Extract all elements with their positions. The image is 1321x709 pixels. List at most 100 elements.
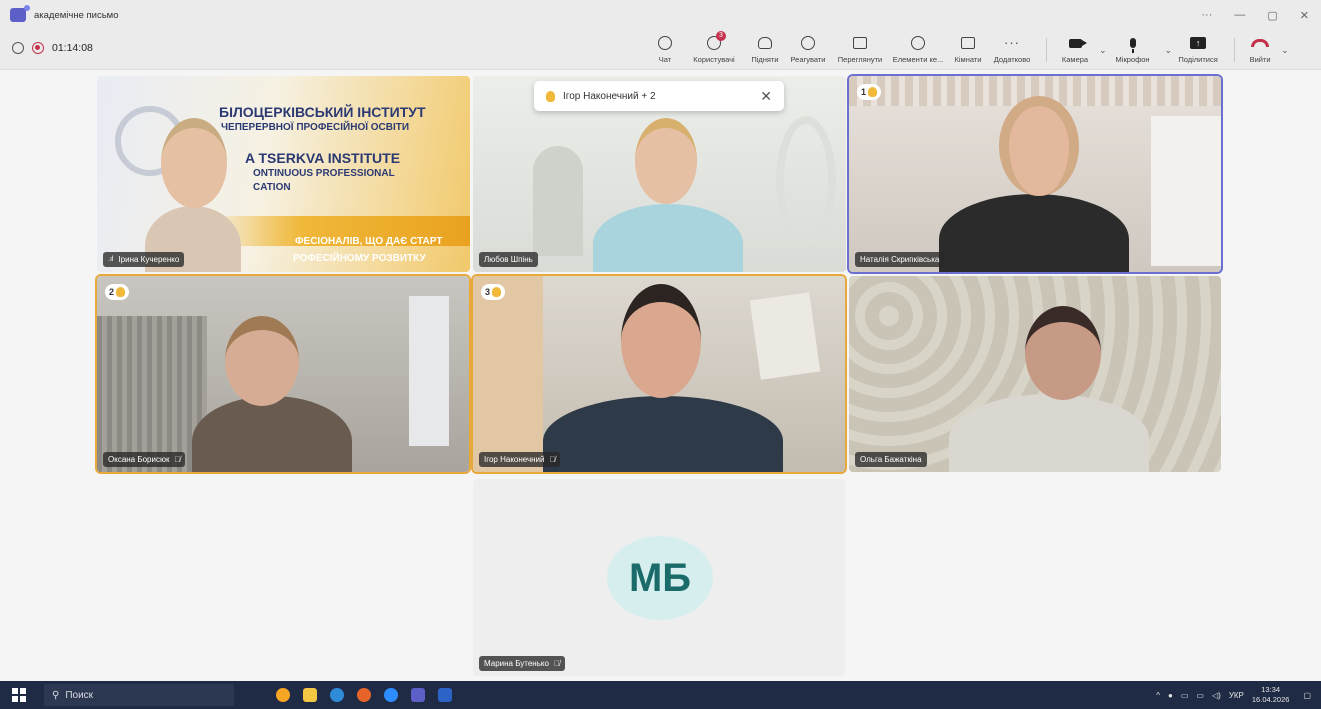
participant-name-tag: .ıl Ірина Кучеренко [103, 252, 185, 267]
participant-name-tag: Ігор Наконечний 🎙̸ [479, 452, 561, 467]
window-title: академічне письмо [34, 9, 119, 21]
raise-hand-label: Підняти [751, 55, 779, 64]
leave-options-chevron-icon[interactable]: ⌄ [1281, 45, 1289, 70]
window-controls: ··· — ▢ ✕ [1201, 0, 1309, 30]
display-icon[interactable]: ▭ [1196, 691, 1204, 700]
search-placeholder: Поиск [65, 689, 94, 701]
raised-hand-icon [546, 90, 555, 102]
raised-hands-notification[interactable]: Ігор Наконечний + 2 ✕ [534, 81, 784, 111]
more-label: Додатково [993, 55, 1031, 64]
rooms-icon [961, 37, 975, 49]
more-options-icon[interactable]: ··· [1201, 9, 1212, 21]
slide-subtitle-en-2: CATION [253, 182, 291, 193]
clock-time: 13:34 [1261, 685, 1281, 694]
minimize-icon[interactable]: — [1234, 9, 1245, 21]
camera-icon [1068, 38, 1087, 48]
video-tile[interactable]: 3 Ігор Наконечний 🎙̸ [473, 276, 845, 472]
video-tile[interactable]: Ольга Бажаткіна [849, 276, 1221, 472]
taskbar-search[interactable]: ⚲ Поиск [44, 684, 234, 706]
teams-icon[interactable] [411, 688, 425, 702]
video-tile[interactable]: 1 Наталія Скрипківська [849, 76, 1221, 272]
raised-hand-icon [868, 87, 878, 97]
raised-hand-icon [492, 287, 502, 297]
slide-slogan-1: ФЕСІОНАЛІВ, ЩО ДАЄ СТАРТ [295, 236, 443, 247]
grid-icon [853, 37, 867, 49]
people-button[interactable]: 3 Користувачі [682, 30, 746, 70]
notifications-icon[interactable]: ▢ [1303, 691, 1311, 700]
react-button[interactable]: Реагувати [784, 30, 832, 70]
toolbar-divider [1046, 38, 1047, 62]
microphone-tray-icon[interactable]: ● [1168, 691, 1173, 700]
participant-name: Оксана Борисюк [108, 455, 170, 464]
more-icon: ··· [1004, 35, 1020, 50]
recording-status: 01:14:08 [12, 42, 93, 54]
close-icon[interactable]: ✕ [760, 88, 772, 105]
participant-name-tag: Марина Бутенько 🎙̸ [479, 656, 565, 671]
share-button[interactable]: ↑ Поділитися [1172, 30, 1224, 70]
raise-hand-button[interactable]: Підняти [746, 30, 784, 70]
zoom-icon[interactable] [384, 688, 398, 702]
restore-icon[interactable]: ▢ [1267, 9, 1277, 22]
react-label: Реагувати [790, 55, 826, 64]
mic-muted-icon: 🎙̸ [174, 455, 181, 464]
people-badge: 3 [716, 31, 726, 41]
people-label: Користувачі [693, 55, 735, 64]
video-tile[interactable]: БІЛОЦЕРКІВСЬКИЙ ІНСТИТУТ ЧЕПЕРЕРВНОЇ ПРО… [97, 76, 470, 272]
participant-name-tag: Ольга Бажаткіна [855, 452, 927, 467]
hang-up-icon [1251, 39, 1270, 47]
taskbar-clock[interactable]: 13:34 16.04.2026 [1252, 685, 1290, 705]
share-label: Поділитися [1178, 55, 1218, 64]
volume-icon[interactable]: ◁) [1212, 691, 1221, 700]
video-tile[interactable]: 2 Оксана Борисюк 🎙̸ [97, 276, 469, 472]
camera-options-chevron-icon[interactable]: ⌄ [1099, 45, 1107, 70]
view-button[interactable]: Переглянути [832, 30, 888, 70]
word-icon[interactable] [438, 688, 452, 702]
hand-icon [758, 37, 772, 49]
clock-date: 16.04.2026 [1251, 695, 1290, 704]
chevron-up-icon[interactable]: ^ [1156, 691, 1160, 700]
raised-hand-badge: 2 [105, 284, 130, 300]
edge-icon[interactable] [330, 688, 344, 702]
search-icon: ⚲ [52, 689, 60, 701]
microphone-icon [1129, 38, 1136, 53]
camera-label: Камера [1061, 55, 1089, 64]
camera-button[interactable]: Камера [1057, 30, 1093, 70]
raised-hand-icon [116, 287, 126, 297]
network-icon[interactable]: ▭ [1181, 691, 1189, 700]
rooms-label: Кімнати [954, 55, 982, 64]
firefox-icon[interactable] [357, 688, 371, 702]
recording-icon [32, 42, 44, 54]
chat-button[interactable]: Чат [648, 30, 682, 70]
more-button[interactable]: ··· Додатково [988, 30, 1036, 70]
microphone-options-chevron-icon[interactable]: ⌄ [1165, 45, 1173, 70]
slide-subtitle-ua: ЧЕПЕРЕРВНОЇ ПРОФЕСІЙНОЇ ОСВІТИ [221, 122, 410, 133]
participant-name-tag: Любов Шпінь [479, 252, 538, 267]
view-label: Переглянути [837, 55, 883, 64]
meeting-toolbar: 01:14:08 Чат 3 Користувачі Підняти Реагу… [0, 30, 1321, 70]
meeting-elements-button[interactable]: Елементи ке... [888, 30, 948, 70]
apps-icon [911, 36, 925, 50]
mic-muted-icon: 🎙̸ [553, 659, 560, 668]
leave-button[interactable]: Вийти [1245, 30, 1275, 70]
slide-slogan-2: РОФЕСІЙНОМУ РОЗВИТКУ [293, 253, 426, 264]
participant-name: Марина Бутенько [484, 659, 549, 668]
teams-logo-icon [10, 5, 30, 22]
rooms-button[interactable]: Кімнати [948, 30, 988, 70]
microphone-button[interactable]: Мікрофон [1107, 30, 1159, 70]
mic-muted-icon: 🎙̸ [549, 455, 556, 464]
chat-icon [658, 36, 672, 50]
signal-icon: .ıl [108, 256, 114, 263]
close-icon[interactable]: ✕ [1300, 9, 1309, 22]
chrome-icon[interactable] [276, 688, 290, 702]
windows-start-icon[interactable] [12, 688, 26, 702]
participant-name: Ірина Кучеренко [118, 255, 180, 264]
raised-hand-badge: 1 [857, 84, 882, 100]
slide-title-ua: БІЛОЦЕРКІВСЬКИЙ ІНСТИТУТ [219, 104, 426, 120]
participant-name: Наталія Скрипківська [860, 255, 940, 264]
recording-timer: 01:14:08 [52, 42, 93, 54]
language-indicator[interactable]: УКР [1229, 691, 1244, 700]
file-explorer-icon[interactable] [303, 688, 317, 702]
microphone-label: Мікрофон [1115, 55, 1150, 64]
participant-name-tag: Наталія Скрипківська [855, 252, 945, 267]
chat-label: Чат [658, 55, 672, 64]
